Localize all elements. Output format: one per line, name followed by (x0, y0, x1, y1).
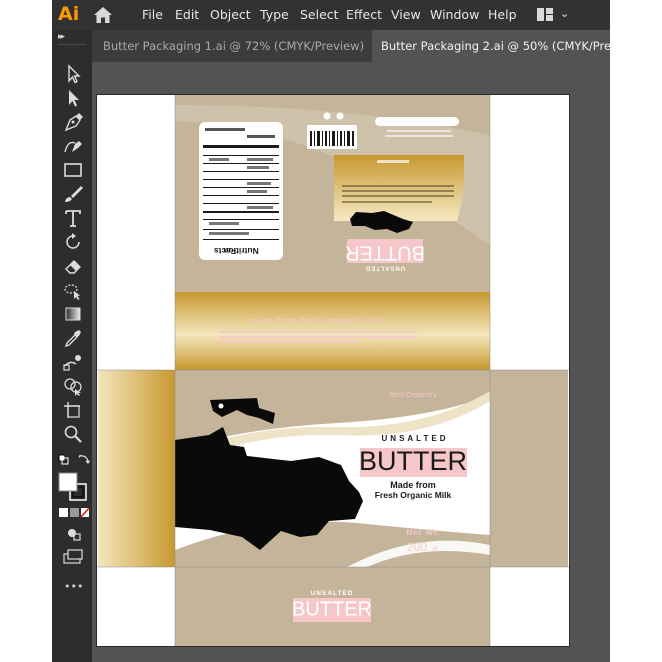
slogan-text: made from fresh organic milk (250, 316, 383, 325)
weight-text: 200 (407, 540, 427, 554)
menu-view[interactable]: View (391, 7, 421, 22)
menu-bar: Ai File Edit Object Type Select Effect View Win… (52, 0, 610, 30)
top-gold-band (334, 155, 465, 221)
free-transform-tool-icon[interactable] (62, 280, 84, 300)
tab-butter-packaging-1[interactable]: Butter Packaging 1.ai @ 72% (CMYK/Previe… (92, 30, 380, 62)
gradient-tool-icon[interactable] (62, 304, 84, 324)
menu-select[interactable]: Select (300, 7, 339, 22)
cow-eye (218, 403, 224, 409)
eraser-tool-icon[interactable] (62, 256, 84, 276)
curvature-tool-icon[interactable] (62, 136, 84, 156)
menu-edit[interactable]: Edit (175, 7, 199, 22)
menu-object[interactable]: Object (210, 7, 251, 22)
menu-type[interactable]: Type (260, 7, 289, 22)
menu-effect[interactable]: Effect (346, 7, 382, 22)
nutrition-facts-text: Facts (214, 246, 236, 256)
type-tool-icon[interactable] (62, 208, 84, 228)
butter-text: BUTTER (359, 446, 467, 476)
menu-file[interactable]: File (142, 7, 163, 22)
menu-help[interactable]: Help (488, 7, 517, 22)
packaging-artwork[interactable]: BUTTER UNSALTED Nutrition Facts made fro… (97, 95, 569, 646)
tab-butter-packaging-2[interactable]: Butter Packaging 2.ai @ 50% (CMYK/Previe… (372, 30, 610, 62)
top-unsalted-text: UNSALTED (365, 264, 405, 270)
left-side-panel (98, 370, 175, 567)
color-mode-icons[interactable] (59, 507, 89, 519)
rotate-tool-icon[interactable] (62, 232, 84, 252)
artboard-tool-icon[interactable] (62, 400, 84, 420)
net-wt-text: Net Wt (406, 528, 437, 537)
draw-mode-icon[interactable] (62, 524, 84, 544)
default-colors-icon[interactable] (58, 454, 70, 466)
eyedropper-tool-icon[interactable] (62, 328, 84, 348)
bottom-unsalted-text: UNSALTED (311, 590, 354, 597)
zoom-tool-icon[interactable] (62, 424, 84, 444)
tab-label: Butter Packaging 2.ai @ 50% (CMYK/Previe… (381, 39, 610, 53)
tab-label: Butter Packaging 1.ai @ 72% (CMYK/Previe… (103, 39, 365, 53)
made-from-text: Made from (390, 480, 436, 490)
fresh-organic-text: Fresh Organic Milk (375, 490, 452, 500)
home-icon[interactable] (92, 6, 114, 24)
pen-tool-icon[interactable] (62, 112, 84, 132)
chevron-down-icon[interactable]: ⌄ (560, 7, 569, 20)
edit-toolbar-icon[interactable]: ••• (64, 580, 83, 593)
blend-tool-icon[interactable] (62, 352, 84, 372)
paintbrush-tool-icon[interactable] (62, 184, 84, 204)
top-label-pill (375, 117, 459, 126)
unsalted-text: UNSALTED (382, 434, 449, 443)
rectangle-tool-icon[interactable] (62, 160, 84, 180)
bottom-butter-text: BUTTER (292, 598, 372, 620)
swap-colors-icon[interactable] (78, 453, 90, 465)
weight-unit-text: g (433, 544, 437, 553)
barcode (307, 125, 357, 149)
right-side-panel (490, 370, 568, 567)
collapse-panel-icon[interactable]: ▸▸ (58, 32, 65, 42)
tools-panel: ▸▸ ••• (52, 30, 92, 662)
artboard: BUTTER UNSALTED Nutrition Facts made fro… (97, 95, 569, 646)
shape-builder-tool-icon[interactable] (62, 376, 84, 396)
menu-window[interactable]: Window (430, 7, 479, 22)
workspace-switcher-icon[interactable] (537, 8, 553, 21)
fill-stroke-swatch[interactable] (58, 472, 88, 502)
document-tab-bar: Butter Packaging 1.ai @ 72% (CMYK/Previe… (52, 30, 610, 62)
selection-tool-icon[interactable] (62, 64, 84, 84)
divider (58, 44, 86, 45)
direct-selection-tool-icon[interactable] (62, 88, 84, 108)
app-logo: Ai (58, 3, 80, 25)
illustrator-window: Ai File Edit Object Type Select Effect View Win… (52, 0, 610, 662)
screen-mode-icon[interactable] (62, 546, 84, 566)
top-butter-text: BUTTER (345, 242, 425, 264)
best-creamery-text: Best Creamery (390, 392, 437, 399)
